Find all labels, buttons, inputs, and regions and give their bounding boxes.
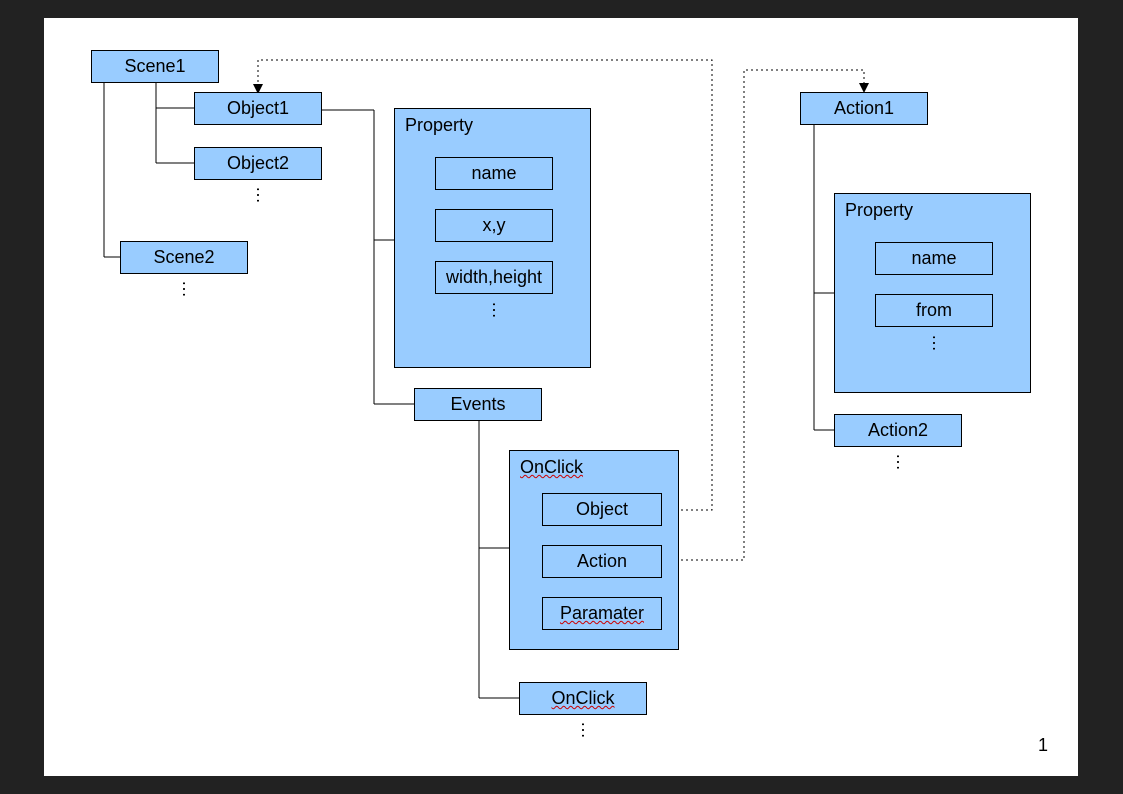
object2-label: Object2 (227, 153, 289, 174)
action-property-container: Property name from … (834, 193, 1031, 393)
action2-label: Action2 (868, 420, 928, 441)
page-number: 1 (1038, 735, 1048, 756)
prop-wh-label: width,height (446, 267, 542, 288)
action-prop-from-node: from (875, 294, 993, 327)
onclick-title: OnClick (520, 457, 583, 478)
onclick-object-node: Object (542, 493, 662, 526)
document-page: Scene1 Object1 Object2 … Scene2 … Proper… (44, 18, 1078, 776)
onclick2-label: OnClick (551, 688, 614, 709)
object-property-container: Property name x,y width,height … (394, 108, 591, 368)
object1-node: Object1 (194, 92, 322, 125)
object2-node: Object2 (194, 147, 322, 180)
prop-name-label: name (471, 163, 516, 184)
ellipsis-icon: … (894, 453, 912, 473)
onclick-param-label: Paramater (560, 603, 644, 624)
object1-label: Object1 (227, 98, 289, 119)
action-prop-from-label: from (916, 300, 952, 321)
scene1-label: Scene1 (124, 56, 185, 77)
onclick-action-node: Action (542, 545, 662, 578)
property-title: Property (405, 115, 473, 136)
events-label: Events (450, 394, 505, 415)
ellipsis-icon: … (490, 301, 508, 321)
action-prop-name-node: name (875, 242, 993, 275)
onclick-action-label: Action (577, 551, 627, 572)
ellipsis-icon: … (930, 334, 948, 354)
scene2-label: Scene2 (153, 247, 214, 268)
onclick2-node: OnClick (519, 682, 647, 715)
prop-name-node: name (435, 157, 553, 190)
onclick-object-label: Object (576, 499, 628, 520)
prop-xy-label: x,y (482, 215, 505, 236)
action-prop-name-label: name (911, 248, 956, 269)
onclick-param-node: Paramater (542, 597, 662, 630)
ellipsis-icon: … (254, 186, 272, 206)
scene1-node: Scene1 (91, 50, 219, 83)
ellipsis-icon: … (579, 721, 597, 741)
action1-label: Action1 (834, 98, 894, 119)
action2-node: Action2 (834, 414, 962, 447)
prop-wh-node: width,height (435, 261, 553, 294)
events-node: Events (414, 388, 542, 421)
ellipsis-icon: … (180, 280, 198, 300)
onclick-container: OnClick Object Action Paramater (509, 450, 679, 650)
scene2-node: Scene2 (120, 241, 248, 274)
action-property-title: Property (845, 200, 913, 221)
prop-xy-node: x,y (435, 209, 553, 242)
action1-node: Action1 (800, 92, 928, 125)
